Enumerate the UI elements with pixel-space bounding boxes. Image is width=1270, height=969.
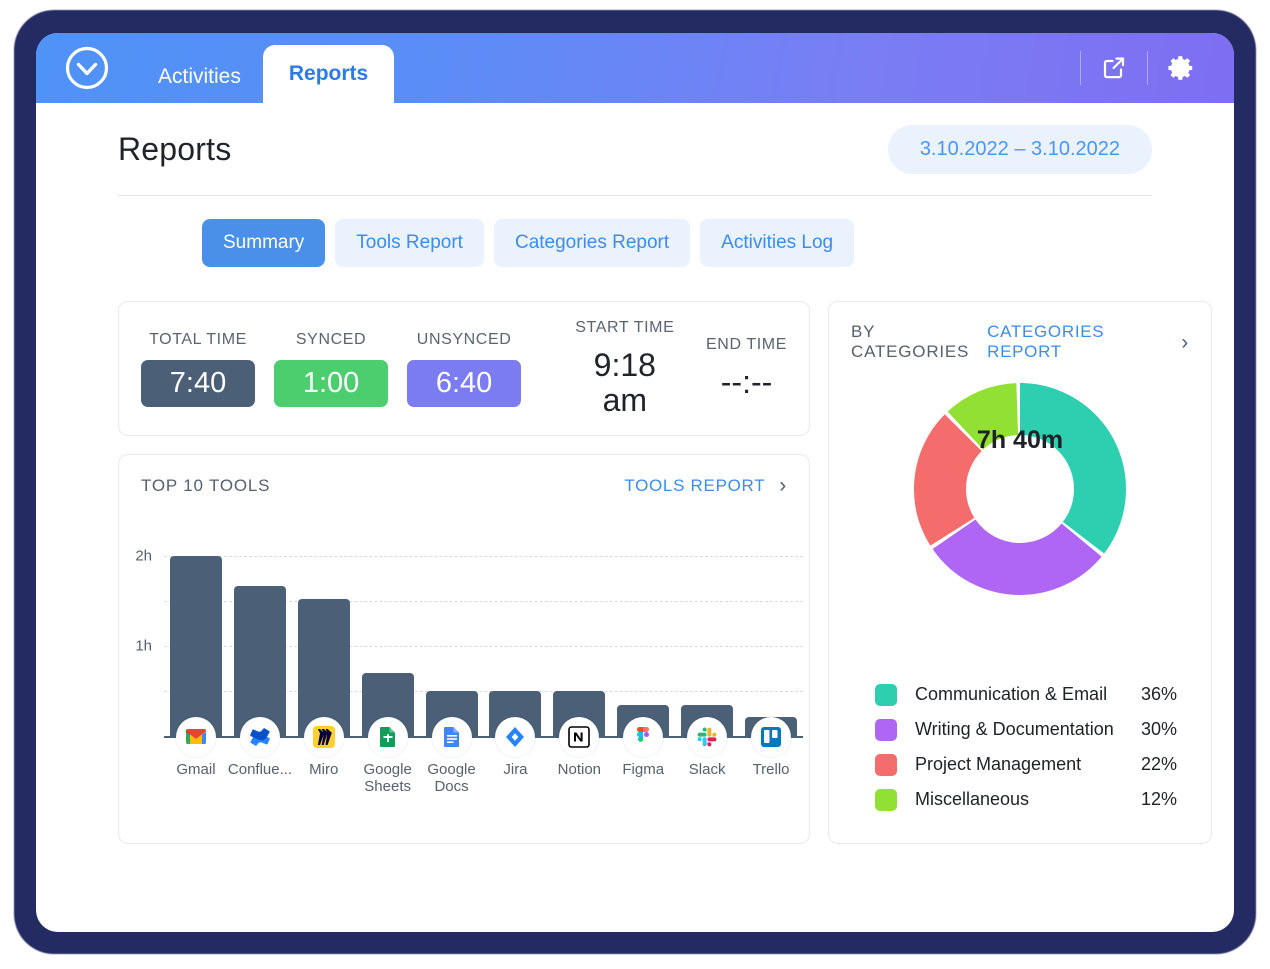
legend-percent: 12%	[1140, 789, 1177, 809]
chart-bar[interactable]	[297, 599, 350, 736]
categories-report-link-label: CATEGORIES REPORT	[987, 322, 1105, 361]
stat-end-time-value: --:--	[720, 364, 773, 401]
nav-tabs: Activities Reports	[136, 33, 395, 103]
legend-swatch	[875, 718, 897, 741]
header-actions	[1076, 33, 1234, 103]
legend-label: Writing & Documentation	[915, 719, 1114, 739]
legend-swatch	[875, 788, 897, 811]
categories-header: BY CATEGORIES CATEGORIES REPORT ›	[829, 302, 1211, 362]
chart-x-label: Conflue...	[227, 761, 293, 778]
gear-icon[interactable]	[1152, 33, 1210, 103]
categories-report-link[interactable]: CATEGORIES REPORT ›	[987, 322, 1189, 362]
chart-x-label: Gmail	[176, 761, 216, 778]
chart-gridline	[164, 556, 803, 557]
right-column: BY CATEGORIES CATEGORIES REPORT › 7h 40m…	[828, 301, 1212, 844]
stat-synced-label: SYNCED	[295, 330, 367, 348]
legend-swatch	[875, 683, 897, 706]
chart-x-label: Google Docs	[427, 761, 476, 796]
chart-y-tick: 1h	[135, 637, 152, 655]
tab-activities-log[interactable]: Activities Log	[700, 219, 855, 267]
clock-logo-icon	[62, 43, 112, 93]
legend-item[interactable]: Writing & Documentation 30%	[875, 712, 1177, 747]
chart-y-tick: 2h	[135, 547, 152, 565]
stat-total-time-value: 7:40	[141, 359, 255, 407]
header-divider-2	[1147, 51, 1148, 85]
export-icon[interactable]	[1085, 33, 1143, 103]
stat-start-time-value: 9:18 am	[593, 346, 656, 418]
donut-svg	[914, 383, 1126, 595]
stat-end-time: END TIME --:--	[706, 336, 787, 400]
legend-percent: 30%	[1140, 719, 1177, 739]
tools-report-link[interactable]: TOOLS REPORT ›	[624, 475, 787, 496]
stat-unsynced-value: 6:40	[407, 359, 522, 407]
tools-bar-chart: 1h 2h Gmail Conflue... Miro Google Sheets Goog…	[119, 521, 811, 831]
tab-categories-report[interactable]: Categories Report	[493, 219, 691, 267]
confluence-icon	[239, 717, 280, 757]
title-row: Reports 3.10.2022 – 3.10.2022	[118, 103, 1152, 195]
categories-legend: Communication & Email 36% Writing & Docume…	[875, 677, 1177, 817]
figma-icon	[623, 717, 664, 757]
stat-start-time: START TIME 9:18 am	[575, 319, 675, 418]
chevron-right-icon-2: ›	[1181, 330, 1189, 354]
tab-tools-report[interactable]: Tools Report	[335, 219, 484, 267]
stat-synced: SYNCED 1:00	[274, 330, 389, 407]
chart-x-label: Figma	[622, 761, 665, 778]
stat-start-time-label: START TIME	[575, 318, 675, 336]
stat-total-time: TOTAL TIME 7:40	[141, 331, 255, 407]
top-tools-card: TOP 10 TOOLS TOOLS REPORT › 1h 2h Gmail Con…	[118, 454, 810, 844]
chart-x-label: Slack	[688, 761, 726, 778]
legend-item[interactable]: Miscellaneous 12%	[875, 782, 1177, 817]
top-tools-title: TOP 10 TOOLS	[141, 475, 271, 495]
chart-x-label: Trello	[752, 761, 790, 778]
categories-donut-chart	[829, 374, 1211, 604]
stat-total-time-label: TOTAL TIME	[149, 330, 247, 348]
page-body: Reports 3.10.2022 – 3.10.2022 Summary To…	[36, 103, 1234, 844]
chart-bar[interactable]	[169, 556, 222, 736]
stat-end-time-label: END TIME	[706, 336, 787, 354]
slack-icon	[687, 717, 728, 757]
chart-x-label: Miro	[309, 761, 339, 778]
stat-unsynced: UNSYNCED 6:40	[407, 330, 522, 407]
legend-label: Project Management	[915, 754, 1082, 774]
categories-card: BY CATEGORIES CATEGORIES REPORT › 7h 40m…	[828, 301, 1212, 844]
nav-tab-activities[interactable]: Activities	[136, 51, 263, 103]
top-tools-header: TOP 10 TOOLS TOOLS REPORT ›	[119, 455, 809, 496]
report-tabs: Summary Tools Report Categories Report A…	[118, 196, 1152, 267]
cards-grid: TOTAL TIME 7:40 SYNCED 1:00 UNSYNCED 6:4…	[118, 267, 1212, 844]
legend-percent: 36%	[1140, 684, 1177, 704]
legend-item[interactable]: Project Management 22%	[875, 747, 1177, 782]
chevron-right-icon: ›	[779, 474, 787, 497]
legend-label: Communication & Email	[915, 684, 1108, 704]
app-window: Activities Reports Reports 3.10.2022 – 3…	[36, 33, 1234, 932]
summary-stats-card: TOTAL TIME 7:40 SYNCED 1:00 UNSYNCED 6:4…	[118, 301, 810, 436]
chart-x-label: Notion	[557, 761, 602, 778]
legend-label: Miscellaneous	[915, 789, 1030, 809]
stat-synced-value: 1:00	[274, 359, 389, 407]
chart-x-label: Google Sheets	[363, 761, 412, 796]
left-column: TOTAL TIME 7:40 SYNCED 1:00 UNSYNCED 6:4…	[118, 301, 810, 844]
gmail-icon	[175, 717, 216, 757]
legend-item[interactable]: Communication & Email 36%	[875, 677, 1177, 712]
tab-summary[interactable]: Summary	[202, 219, 326, 267]
page-title: Reports	[118, 130, 232, 167]
tools-report-link-label: TOOLS REPORT	[624, 475, 766, 495]
miro-icon	[303, 717, 344, 757]
chart-x-label: Jira	[503, 761, 528, 778]
nav-tab-reports[interactable]: Reports	[262, 45, 395, 103]
stat-unsynced-label: UNSYNCED	[416, 330, 512, 348]
categories-title: BY CATEGORIES	[851, 322, 970, 361]
header-divider	[1080, 51, 1081, 85]
donut-center-total: 7h 40m	[976, 426, 1064, 454]
google-docs-icon	[431, 717, 472, 757]
date-range-picker[interactable]: 3.10.2022 – 3.10.2022	[887, 124, 1152, 174]
jira-icon	[495, 717, 536, 757]
chart-bar[interactable]	[233, 585, 286, 736]
trello-icon	[751, 717, 792, 757]
google-sheets-icon	[367, 717, 408, 757]
app-header: Activities Reports	[36, 33, 1234, 103]
legend-percent: 22%	[1140, 754, 1177, 774]
notion-icon	[559, 717, 600, 757]
legend-swatch	[875, 753, 897, 776]
